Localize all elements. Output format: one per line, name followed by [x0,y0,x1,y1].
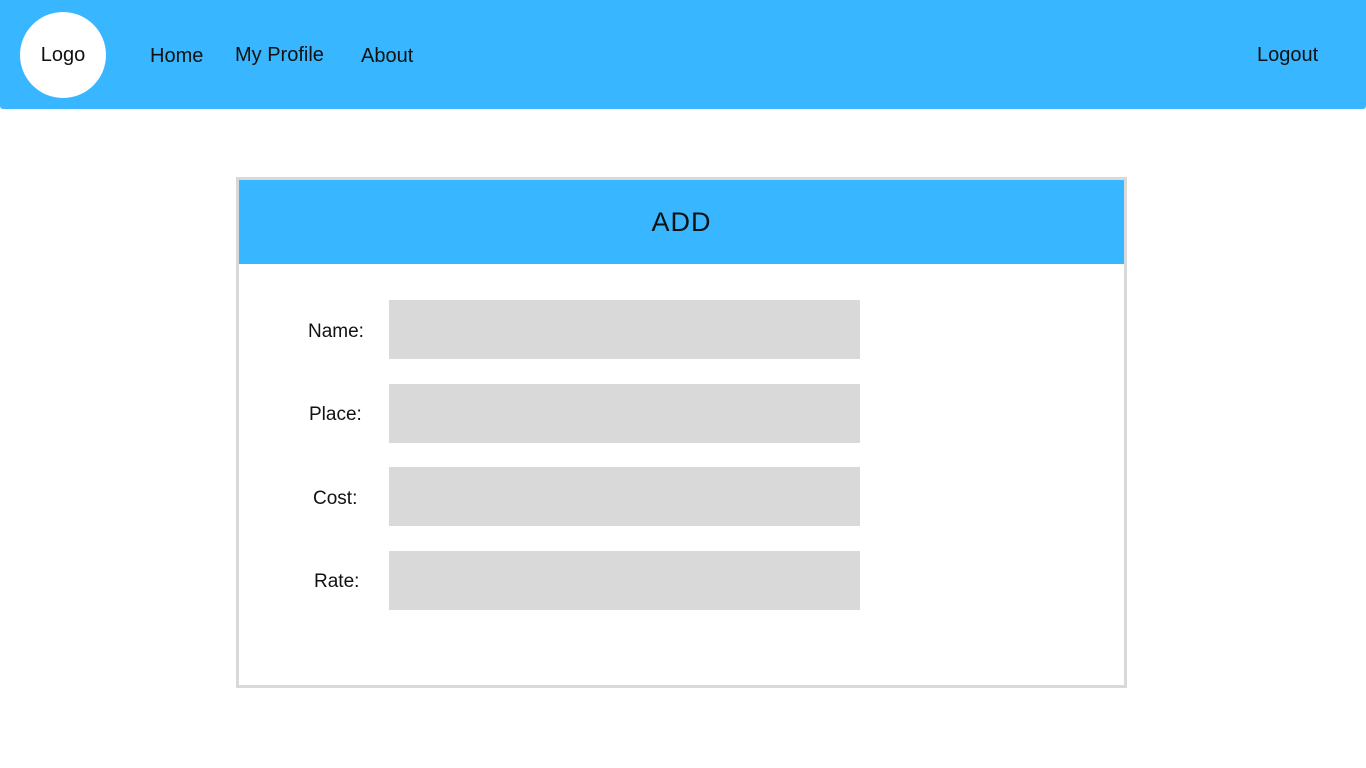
top-navbar: Logo Home My Profile About Logout [0,0,1366,109]
place-input[interactable] [389,384,860,443]
name-input[interactable] [389,300,860,359]
nav-link-about[interactable]: About [361,44,413,68]
rate-label: Rate: [314,571,360,592]
add-form-header: ADD [239,180,1124,264]
add-form-title: ADD [651,206,712,237]
cost-label: Cost: [313,488,358,509]
add-form-card: ADD Name: Place: Cost: Rate: [236,177,1127,688]
logout-link[interactable]: Logout [1257,43,1318,67]
place-label: Place: [309,404,362,425]
name-label: Name: [308,321,364,342]
cost-input[interactable] [389,467,860,526]
rate-input[interactable] [389,551,860,610]
nav-link-home[interactable]: Home [150,44,203,68]
nav-link-my-profile[interactable]: My Profile [235,43,324,67]
logo[interactable]: Logo [20,12,106,98]
logo-label: Logo [40,43,86,66]
